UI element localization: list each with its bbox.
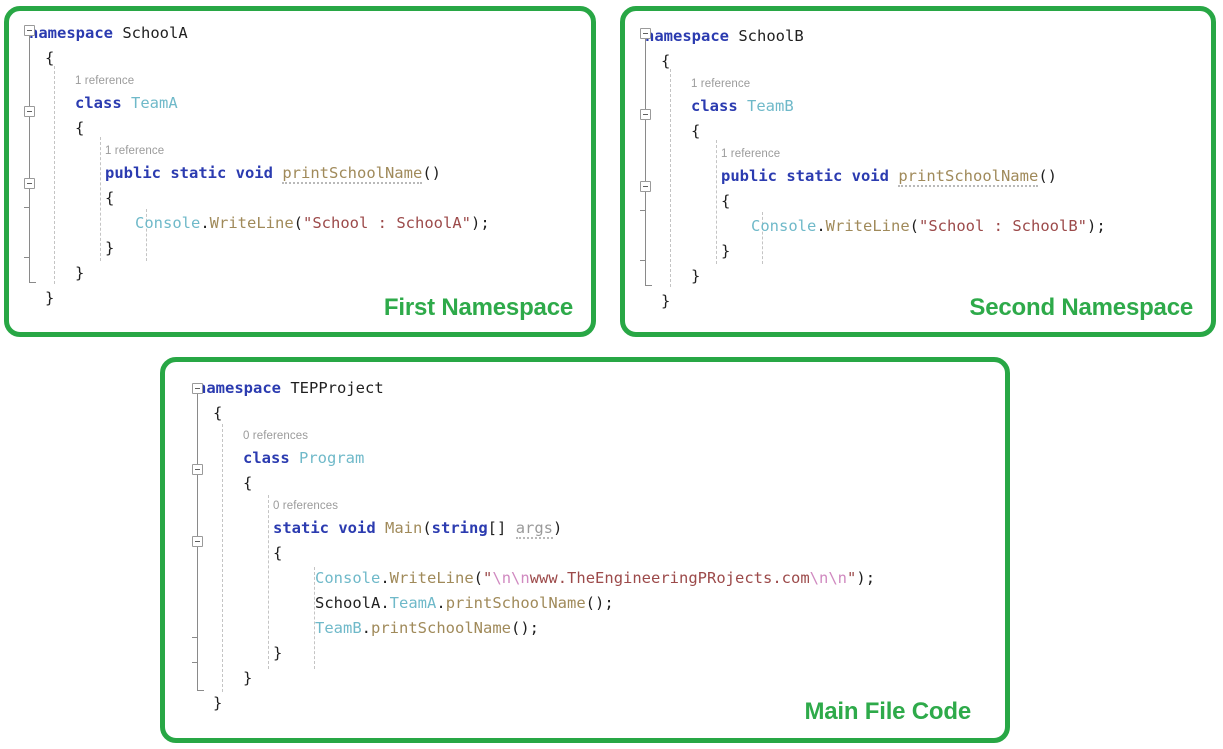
code-line-brace: }: [75, 264, 85, 282]
string-literal: "School : SchoolB": [919, 217, 1087, 235]
code-line-brace: {: [721, 192, 731, 210]
code-line-brace: {: [273, 544, 283, 562]
type-console: Console: [751, 217, 817, 235]
string-url: www.TheEngineeringPRojects.com: [529, 569, 810, 587]
namespace-ref-schoola: SchoolA: [315, 594, 381, 612]
panel-caption-second: Second Namespace: [969, 294, 1193, 321]
code-editor-second[interactable]: namespace SchoolB { 1 reference class Te…: [625, 11, 1211, 332]
type-console: Console: [135, 214, 201, 232]
method-modifiers: static void: [273, 519, 376, 537]
keyword-class: class: [75, 94, 122, 112]
collapse-toggle-namespace[interactable]: [192, 383, 203, 394]
collapse-toggle-namespace[interactable]: [24, 25, 35, 36]
code-line-console-writeline: Console.WriteLine("School : SchoolB");: [751, 217, 1106, 235]
code-line-brace: }: [273, 644, 283, 662]
escape-sequence: \n: [828, 569, 848, 587]
code-line-brace: {: [105, 189, 115, 207]
code-line-class: class Program: [165, 446, 1005, 471]
keyword-class: class: [691, 97, 738, 115]
class-name: TeamB: [747, 97, 794, 115]
method-name-main: Main: [385, 519, 423, 537]
code-line-console-writeline: Console.WriteLine("\n\nwww.TheEngineerin…: [315, 569, 876, 587]
keyword-namespace: namespace: [29, 24, 113, 42]
codelens-class-references[interactable]: 0 references: [165, 426, 1005, 446]
code-line-main-signature: static void Main(string[] args): [273, 519, 563, 539]
code-line-namespace: namespace SchoolB: [625, 24, 1211, 49]
type-ref-teamb: TeamB: [315, 619, 362, 637]
method-modifiers: public static void: [105, 164, 273, 182]
code-line-namespace: namespace TEPProject: [165, 376, 1005, 401]
method-name: printSchoolName: [282, 164, 423, 184]
code-line-brace: }: [691, 267, 701, 285]
string-literal: "School : SchoolA": [303, 214, 471, 232]
code-line-namespace: namespace SchoolA: [9, 21, 591, 46]
codelens-method-references[interactable]: 1 reference: [625, 144, 1211, 164]
code-line-brace: }: [721, 242, 731, 260]
escape-sequence: \n: [809, 569, 829, 587]
escape-sequence: \n: [511, 569, 530, 587]
codelens-class-references[interactable]: 1 reference: [625, 74, 1211, 94]
code-line-brace: {: [691, 122, 701, 140]
namespace-name: SchoolA: [122, 24, 188, 42]
escape-sequence: \n: [492, 569, 512, 587]
method-modifiers: public static void: [721, 167, 889, 185]
panel-caption-first: First Namespace: [383, 294, 573, 321]
keyword-namespace: namespace: [645, 27, 729, 45]
panel-main-file: namespace TEPProject { 0 references clas…: [160, 357, 1010, 743]
collapse-toggle-method[interactable]: [192, 536, 203, 547]
namespace-name: SchoolB: [738, 27, 804, 45]
type-ref-teama: TeamA: [389, 594, 437, 612]
code-line-brace: {: [213, 404, 223, 422]
method-writeline: WriteLine: [209, 214, 294, 232]
keyword-class: class: [243, 449, 290, 467]
param-name-args: args: [515, 519, 554, 539]
class-name: Program: [299, 449, 365, 467]
code-line-schoola-call: SchoolA.TeamA.printSchoolName();: [315, 594, 614, 612]
method-call-printschoolname: printSchoolName: [371, 619, 511, 637]
code-line-console-writeline: Console.WriteLine("School : SchoolA");: [135, 214, 490, 232]
panel-second-namespace: namespace SchoolB { 1 reference class Te…: [620, 6, 1216, 337]
collapse-toggle-namespace[interactable]: [640, 28, 651, 39]
collapse-toggle-method[interactable]: [640, 181, 651, 192]
codelens-method-references[interactable]: 0 references: [165, 496, 1005, 516]
code-line-brace: {: [45, 49, 55, 67]
code-editor-main[interactable]: namespace TEPProject { 0 references clas…: [165, 362, 1005, 738]
code-line-class: class TeamB: [625, 94, 1211, 119]
type-console: Console: [315, 569, 381, 587]
namespace-name: TEPProject: [290, 379, 384, 397]
method-writeline: WriteLine: [825, 217, 910, 235]
code-line-brace: }: [105, 239, 115, 257]
keyword-namespace: namespace: [197, 379, 281, 397]
code-line-method-signature: public static void printSchoolName(): [721, 167, 1057, 187]
collapse-toggle-class[interactable]: [640, 109, 651, 120]
collapse-toggle-class[interactable]: [24, 106, 35, 117]
panel-caption-main: Main File Code: [804, 698, 971, 725]
codelens-method-references[interactable]: 1 reference: [9, 141, 591, 161]
code-line-teamb-call: TeamB.printSchoolName();: [315, 619, 539, 637]
code-line-class: class TeamA: [9, 91, 591, 116]
collapse-toggle-class[interactable]: [192, 464, 203, 475]
panel-first-namespace: namespace SchoolA { 1 reference class Te…: [4, 6, 596, 337]
param-type-string: string: [431, 519, 488, 537]
collapse-toggle-method[interactable]: [24, 178, 35, 189]
code-line-brace: }: [243, 669, 253, 687]
code-line-brace: {: [661, 52, 671, 70]
codelens-class-references[interactable]: 1 reference: [9, 71, 591, 91]
class-name: TeamA: [131, 94, 178, 112]
code-editor-first[interactable]: namespace SchoolA { 1 reference class Te…: [9, 11, 591, 332]
method-call-printschoolname: printSchoolName: [445, 594, 586, 612]
code-line-brace: {: [75, 119, 85, 137]
code-line-method-signature: public static void printSchoolName(): [105, 164, 441, 184]
method-writeline: WriteLine: [389, 569, 474, 587]
method-name: printSchoolName: [898, 167, 1039, 187]
code-line-brace: {: [243, 474, 253, 492]
